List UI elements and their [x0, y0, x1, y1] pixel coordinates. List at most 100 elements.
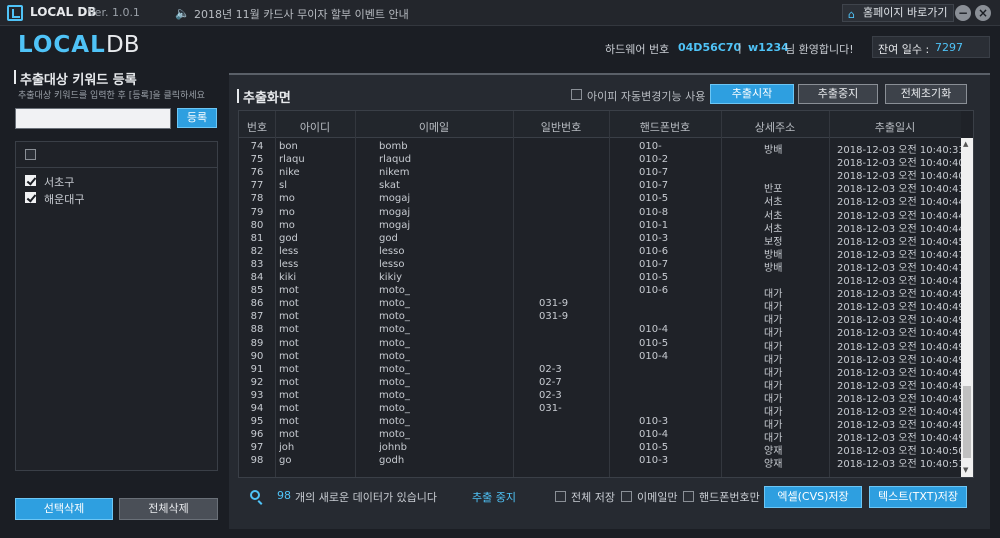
table-cell: sl: [279, 180, 287, 192]
table-row[interactable]: 79 mo mogaj 010-8 서초 2018-12-03 오전 10:40:44: [239, 206, 961, 222]
phone-only-label: 핸드폰번호만: [699, 491, 760, 504]
save-excel-button[interactable]: 엑셀(CVS)저장: [764, 486, 862, 508]
home-icon: ⌂: [848, 8, 855, 21]
table-row[interactable]: 98 go godh 010-3 양재 2018-12-03 오전 10:40:51: [239, 455, 961, 471]
table-row[interactable]: 87 mot moto_ 031-9 대가 2018-12-03 오전 10:40:49: [239, 311, 961, 326]
scroll-thumb[interactable]: [963, 386, 971, 458]
keyword-checkbox[interactable]: [25, 175, 36, 186]
table-row[interactable]: 94 mot moto_ 031- 대가 2018-12-03 오전 10:40:49: [239, 403, 961, 418]
table-row[interactable]: 78 mo mogaj 010-5 서초 2018-12-03 오전 10:40:44: [239, 193, 961, 208]
table-cell: 010-3: [639, 455, 669, 467]
column-header[interactable]: 추출일시: [829, 119, 961, 135]
table-cell: lesso: [379, 258, 405, 270]
delete-all-button[interactable]: 전체삭제: [119, 498, 218, 520]
table-cell: 양재: [764, 459, 783, 471]
ip-auto-change-label: 아이피 자동변경기능 사용: [587, 90, 706, 103]
table-row[interactable]: 75 rlaqu rlaqud 010-2 2018-12-03 오전 10:40:40: [239, 154, 961, 169]
extraction-status: 추출 중지: [472, 491, 516, 504]
table-row[interactable]: 83 less lesso 010-7 방배 2018-12-03 오전 10:40:47: [239, 258, 961, 274]
scroll-up-arrow-icon[interactable]: ▲: [963, 140, 968, 148]
minimize-button[interactable]: −: [955, 5, 971, 21]
phone-only-checkbox[interactable]: [683, 491, 694, 502]
main-title-marker: [237, 89, 239, 103]
table-cell: 75: [250, 154, 264, 166]
table-cell: godh: [379, 455, 405, 467]
table-cell: rlaqud: [379, 154, 412, 166]
table-cell: 2018-12-03 오전 10:40:51: [837, 459, 961, 471]
keyword-input[interactable]: [15, 108, 171, 129]
table-cell: less: [279, 245, 299, 257]
table-cell: 031-9: [539, 298, 569, 310]
table-row[interactable]: 86 mot moto_ 031-9 대가 2018-12-03 오전 10:40:49: [239, 298, 961, 313]
table-cell: moto_: [379, 311, 410, 323]
email-only-checkbox[interactable]: [621, 491, 632, 502]
table-cell: 77: [250, 180, 264, 192]
table-cell: god: [279, 232, 298, 244]
save-text-button[interactable]: 텍스트(TXT)저장: [869, 486, 967, 508]
column-header[interactable]: 상세주소: [721, 119, 829, 135]
table-row[interactable]: 91 mot moto_ 02-3 대가 2018-12-03 오전 10:40:49: [239, 363, 961, 379]
table-cell: 90: [250, 350, 264, 362]
keyword-item[interactable]: 서초구: [16, 173, 217, 189]
register-button[interactable]: 등록: [177, 108, 217, 128]
table-row[interactable]: 85 mot moto_ 010-6 대가 2018-12-03 오전 10:40:49: [239, 285, 961, 300]
table-cell: mot: [279, 389, 299, 401]
column-header[interactable]: 이메일: [355, 119, 513, 135]
keyword-checkbox[interactable]: [25, 192, 36, 203]
table-row[interactable]: 93 mot moto_ 02-3 대가 2018-12-03 오전 10:40:49: [239, 389, 961, 405]
select-all-checkbox[interactable]: [25, 149, 36, 160]
table-cell: 031-: [539, 403, 562, 414]
table-row[interactable]: 77 sl skat 010-7 반포 2018-12-03 오전 10:40:43: [239, 180, 961, 195]
table-row[interactable]: 96 mot moto_ 010-4 대가 2018-12-03 오전 10:40:49: [239, 429, 961, 444]
table-cell: mot: [279, 298, 299, 310]
speaker-icon: 🔈: [175, 6, 190, 20]
table-cell: 02-3: [539, 389, 562, 401]
table-row[interactable]: 74 bon bomb 010- 방배 2018-12-03 오전 10:40:33: [239, 141, 961, 156]
column-header[interactable]: 일반번호: [513, 119, 609, 135]
delete-selected-button[interactable]: 선택삭제: [15, 498, 113, 520]
table-row[interactable]: 76 nike nikem 010-7 2018-12-03 오전 10:40:40: [239, 167, 961, 182]
table-cell: 91: [250, 363, 264, 375]
table-row[interactable]: 90 mot moto_ 010-4 대가 2018-12-03 오전 10:40:49: [239, 350, 961, 366]
table-row[interactable]: 82 less lesso 010-6 방배 2018-12-03 오전 10:40:47: [239, 245, 961, 261]
table-cell: mogaj: [379, 206, 411, 218]
keyword-item[interactable]: 해운대구: [16, 190, 217, 206]
brand-logo-local: LOCAL: [18, 32, 106, 58]
close-button[interactable]: ×: [975, 5, 991, 21]
table-cell: 010-8: [639, 206, 669, 218]
table-cell: mot: [279, 376, 299, 388]
extraction-title: 추출화면: [243, 91, 291, 106]
table-row[interactable]: 81 god god 010-3 보정 2018-12-03 오전 10:40:45: [239, 232, 961, 248]
notice-link[interactable]: 2018년 11월 카드사 무이자 할부 이벤트 안내: [194, 6, 409, 22]
user-id: w1234: [748, 41, 789, 54]
reset-all-button[interactable]: 전체초기화: [885, 84, 967, 104]
start-extraction-button[interactable]: 추출시작: [710, 84, 794, 104]
table-row[interactable]: 88 mot moto_ 010-4 대가 2018-12-03 오전 10:40:49: [239, 324, 961, 339]
save-all-checkbox[interactable]: [555, 491, 566, 502]
table-row[interactable]: 84 kiki kikiy 010-5 2018-12-03 오전 10:40:47: [239, 272, 961, 287]
table-cell: 010-5: [639, 272, 669, 283]
table-cell: moto_: [379, 416, 410, 428]
table-row[interactable]: 95 mot moto_ 010-3 대가 2018-12-03 오전 10:40:49: [239, 416, 961, 431]
table-row[interactable]: 92 mot moto_ 02-7 대가 2018-12-03 오전 10:40:49: [239, 376, 961, 392]
table-row[interactable]: 97 joh johnb 010-5 양재 2018-12-03 오전 10:40:50: [239, 442, 961, 457]
stop-extraction-button[interactable]: 추출중지: [798, 84, 878, 104]
table-cell: kiki: [279, 272, 297, 283]
ip-auto-change-checkbox[interactable]: [571, 89, 582, 100]
scroll-down-arrow-icon[interactable]: ▼: [963, 466, 968, 474]
table-cell: mot: [279, 363, 299, 375]
table-cell: 84: [250, 272, 264, 283]
column-header[interactable]: 아이디: [275, 119, 355, 135]
table-cell: 010-2: [639, 154, 669, 166]
column-header[interactable]: 핸드폰번호: [609, 119, 721, 135]
homepage-button-label: 홈페이지 바로가기: [863, 6, 948, 19]
table-row[interactable]: 89 mot moto_ 010-5 대가 2018-12-03 오전 10:40:49: [239, 338, 961, 353]
table-cell: moto_: [379, 403, 410, 414]
table-cell: 83: [250, 258, 264, 270]
table-cell: 010-3: [639, 416, 669, 428]
table-scrollbar[interactable]: ▲ ▼: [961, 138, 973, 477]
column-header[interactable]: 번호: [239, 119, 275, 135]
homepage-button[interactable]: ⌂ 홈페이지 바로가기: [842, 4, 955, 22]
table-cell: mot: [279, 429, 299, 441]
table-row[interactable]: 80 mo mogaj 010-1 서초 2018-12-03 오전 10:40:44: [239, 220, 961, 235]
